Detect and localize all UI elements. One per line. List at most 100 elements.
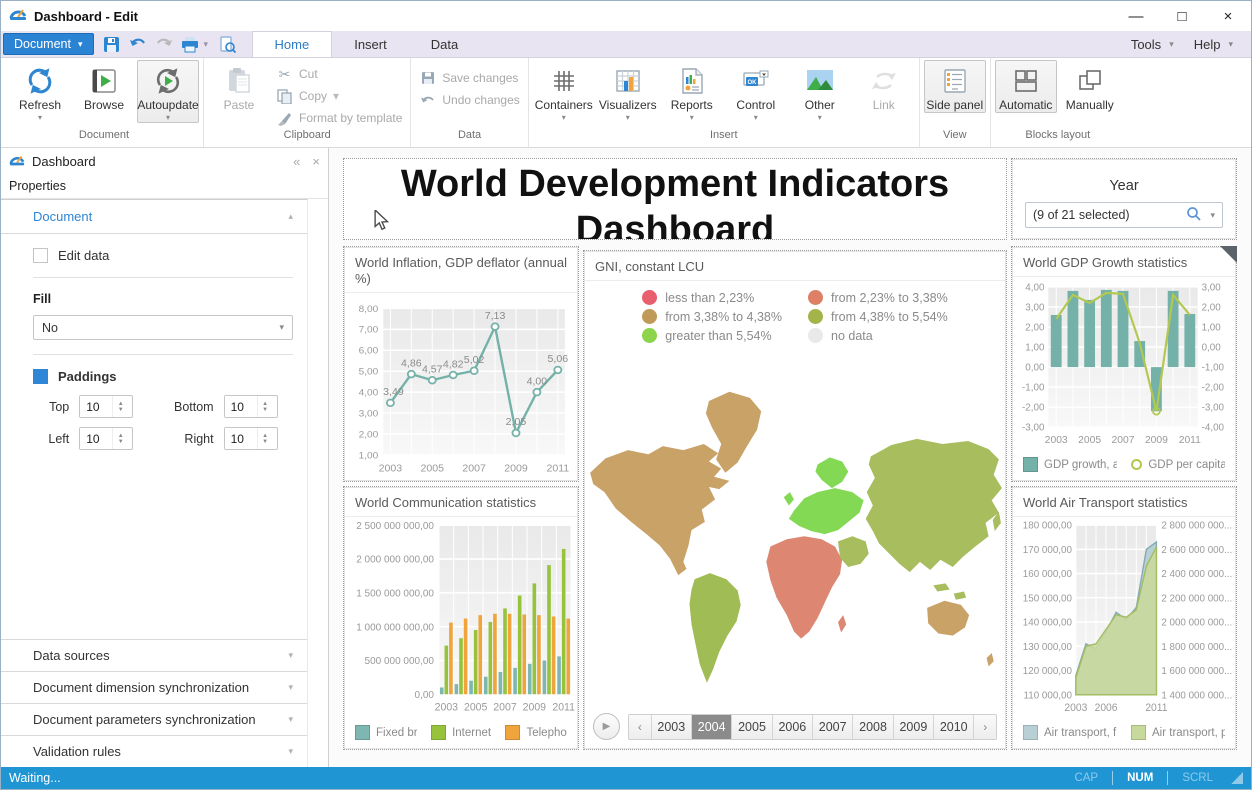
svg-text:1 000 000 000,00: 1 000 000 000,00	[356, 622, 434, 633]
svg-text:6,00: 6,00	[359, 346, 379, 357]
slider-next-button[interactable]: ›	[974, 715, 996, 739]
document-section-header[interactable]: Document▴	[1, 200, 307, 234]
minimize-button[interactable]: —	[1113, 1, 1159, 31]
inflation-chart-block[interactable]: World Inflation, GDP deflator (annual %)…	[343, 246, 579, 482]
resize-grip[interactable]	[1231, 772, 1243, 784]
tab-strip: Document▾ ▾ Home Insert Data	[1, 31, 1251, 58]
slider-year-2009[interactable]: 2009	[894, 715, 934, 739]
cut-button[interactable]: ✂Cut	[272, 66, 406, 82]
section-parameters-sync[interactable]: Document parameters synchronization▾	[1, 703, 307, 735]
paddings-row: Paddings	[33, 369, 293, 384]
padding-bottom-stepper[interactable]: ▲▼	[224, 395, 278, 418]
close-button[interactable]: ×	[1205, 1, 1251, 31]
group-label-view: View	[924, 129, 986, 147]
side-panel-icon	[939, 65, 971, 97]
section-data-sources[interactable]: Data sources▾	[1, 639, 307, 671]
close-panel-icon[interactable]: ×	[312, 154, 320, 169]
maximize-button[interactable]: □	[1159, 1, 1205, 31]
svg-text:2011: 2011	[552, 702, 575, 714]
autoupdate-button[interactable]: Autoupdate ▾	[137, 60, 199, 123]
padding-left-stepper[interactable]: ▲▼	[79, 427, 133, 450]
communication-bar-chart[interactable]: 2 500 000 000,002 000 000 000,001 500 00…	[345, 517, 577, 719]
selection-corner-marker	[1220, 246, 1237, 263]
svg-text:4,86: 4,86	[401, 359, 422, 370]
search-icon[interactable]	[1186, 206, 1201, 224]
copy-button[interactable]: Copy ▾	[272, 88, 406, 104]
group-label-blocks-layout: Blocks layout	[995, 129, 1121, 147]
padding-right-stepper[interactable]: ▲▼	[224, 427, 278, 450]
ribbon-group-view: Side panel View	[919, 58, 990, 147]
tab-home[interactable]: Home	[252, 31, 333, 57]
padding-top-stepper[interactable]: ▲▼	[79, 395, 133, 418]
chevron-down-icon[interactable]: ▾	[1210, 210, 1215, 221]
document-menu-button[interactable]: Document▾	[3, 33, 94, 55]
slider-year-2005[interactable]: 2005	[732, 715, 772, 739]
save-changes-button[interactable]: Save changes	[415, 70, 523, 86]
dashboard-title: World Development Indicators Dashboard	[344, 159, 1006, 239]
design-surface[interactable]: World Development Indicators Dashboard Y…	[329, 148, 1251, 767]
print-button[interactable]	[178, 33, 202, 55]
chevron-down-icon: ▾	[288, 682, 293, 693]
svg-text:4,00: 4,00	[359, 388, 379, 399]
format-by-template-button[interactable]: Format by template	[272, 110, 406, 126]
chevron-up-icon: ▴	[288, 211, 293, 222]
gni-map-block[interactable]: GNI, constant LCU less than 2,23% from 2…	[583, 250, 1007, 750]
paste-button[interactable]: Paste	[208, 60, 270, 123]
slider-year-2007[interactable]: 2007	[813, 715, 853, 739]
year-filter-block[interactable]: Year (9 of 21 selected) ▾	[1011, 158, 1237, 240]
slider-year-2006[interactable]: 2006	[773, 715, 813, 739]
collapse-panel-icon[interactable]: «	[293, 154, 300, 169]
refresh-button[interactable]: Refresh ▾	[9, 60, 71, 123]
automatic-layout-button[interactable]: Automatic	[995, 60, 1057, 113]
slider-year-2010[interactable]: 2010	[934, 715, 974, 739]
air-transport-chart-block[interactable]: World Air Transport statistics 180 000,0…	[1011, 486, 1237, 750]
link-button[interactable]: Link	[853, 60, 915, 123]
print-dropdown-caret[interactable]: ▾	[204, 39, 214, 50]
communication-chart-block[interactable]: World Communication statistics 2 500 000…	[343, 486, 579, 750]
tools-menu[interactable]: Tools▾	[1123, 37, 1182, 52]
section-dimension-sync[interactable]: Document dimension synchronization▾	[1, 671, 307, 703]
control-button[interactable]: OK Control ▾	[725, 60, 787, 123]
slider-year-2004[interactable]: 2004	[692, 715, 732, 739]
browse-button[interactable]: Browse	[73, 60, 135, 123]
fill-select[interactable]: No▾	[33, 315, 293, 340]
chevron-down-icon: ▾	[38, 114, 42, 122]
visualizers-button[interactable]: Visualizers ▾	[597, 60, 659, 123]
group-label-data: Data	[415, 129, 523, 147]
print-preview-button[interactable]	[216, 33, 240, 55]
edit-data-checkbox[interactable]	[33, 248, 48, 263]
legend-greater-than: greater than 5,54%	[642, 328, 782, 343]
air-transport-area-chart[interactable]: 180 000,002 800 000 000...170 000,002 60…	[1013, 517, 1235, 719]
gdp-chart-block[interactable]: World GDP Growth statistics 4,003,003,00…	[1011, 246, 1237, 482]
undo-changes-button[interactable]: Undo changes	[415, 92, 523, 108]
containers-button[interactable]: Containers ▾	[533, 60, 595, 123]
section-validation-rules[interactable]: Validation rules▾	[1, 735, 307, 767]
slider-prev-button[interactable]: ‹	[629, 715, 652, 739]
help-menu[interactable]: Help▾	[1186, 37, 1241, 52]
undo-button[interactable]	[126, 33, 150, 55]
play-button[interactable]: ▶	[593, 713, 620, 740]
inflation-line-chart[interactable]: 8,007,006,005,004,003,002,001,0020032005…	[345, 293, 577, 480]
slider-year-2008[interactable]: 2008	[853, 715, 893, 739]
padding-top-label: Top	[33, 400, 69, 414]
dashboard-title-block[interactable]: World Development Indicators Dashboard	[343, 158, 1007, 240]
year-panel-title: Year	[1025, 178, 1223, 194]
tab-insert[interactable]: Insert	[332, 31, 409, 57]
manually-layout-button[interactable]: Manually	[1059, 60, 1121, 113]
redo-button[interactable]	[152, 33, 176, 55]
scroll-lock-indicator: SCRL	[1167, 771, 1227, 784]
world-map[interactable]	[585, 347, 1005, 707]
reports-button[interactable]: Reports ▾	[661, 60, 723, 123]
year-combo-box[interactable]: (9 of 21 selected) ▾	[1025, 202, 1223, 228]
edit-data-row: Edit data	[33, 248, 293, 263]
other-button[interactable]: Other ▾	[789, 60, 851, 123]
side-panel-button[interactable]: Side panel	[924, 60, 986, 113]
save-button[interactable]	[100, 33, 124, 55]
slider-year-2003[interactable]: 2003	[652, 715, 692, 739]
paddings-checkbox[interactable]	[33, 369, 48, 384]
gdp-combo-chart[interactable]: 4,003,003,002,002,001,001,000,000,00-1,0…	[1013, 277, 1235, 451]
svg-text:2006: 2006	[1095, 703, 1118, 714]
fill-label: Fill	[33, 292, 293, 306]
app-window: Dashboard - Edit — □ × Document▾ ▾	[0, 0, 1252, 790]
tab-data[interactable]: Data	[409, 31, 480, 57]
